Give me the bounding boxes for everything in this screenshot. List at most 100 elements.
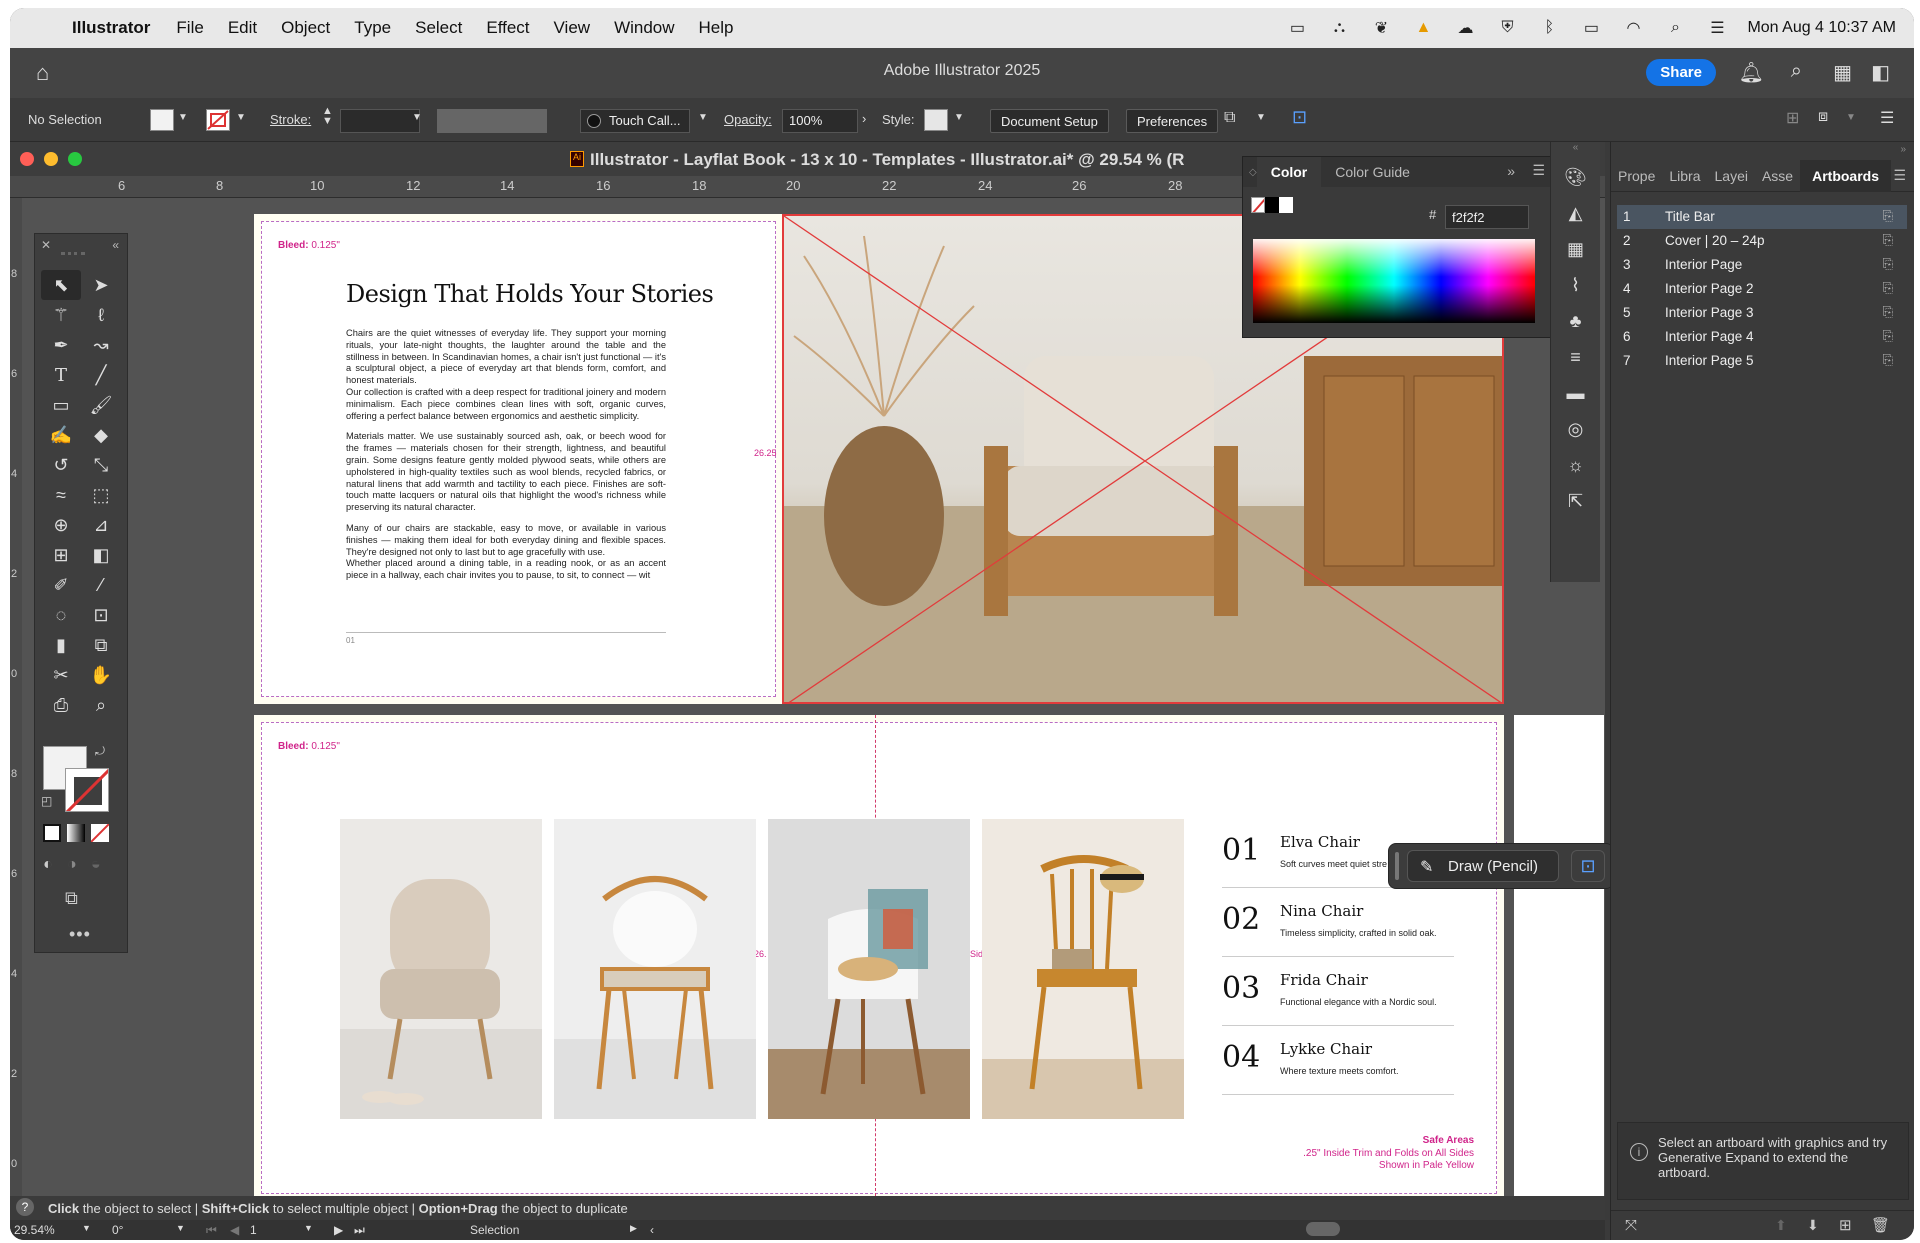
variable-width-field[interactable] [437,109,547,133]
previous-artboard-icon[interactable]: ◀ [230,1223,239,1237]
stroke-stepper-icon[interactable]: ▲ ▼ [322,106,333,127]
delete-artboard-icon[interactable]: 🗑︎ [1871,1216,1890,1234]
drag-handle[interactable] [1395,852,1399,880]
collapse-panel-icon[interactable]: « [112,238,119,252]
product-photo-nina[interactable] [554,819,756,1119]
artboard-row[interactable]: 1 Title Bar ⎘ [1617,205,1907,229]
color-panel-icon[interactable]: 🎨︎ [1556,160,1596,194]
draw-behind-icon[interactable]: ◑ [67,856,77,874]
direct-selection-tool-icon[interactable]: ➤ [81,270,121,300]
stroke-color-box[interactable] [65,768,109,812]
artboard-number[interactable]: 1 [250,1223,257,1237]
slice-tool-icon[interactable]: ✂ [41,660,81,690]
artboard-dropdown-icon[interactable]: ▼ [304,1223,313,1233]
artboard-options-icon[interactable]: ⎘ [1883,304,1893,320]
minimize-window-icon[interactable] [44,152,58,166]
move-up-icon[interactable]: ⬆ [1775,1217,1787,1234]
stroke-weight-field[interactable] [340,109,420,133]
export-icon[interactable]: ⇱ [1556,484,1596,518]
document-tab-title[interactable]: Illustrator - Layflat Book - 13 x 10 - T… [590,150,1184,170]
artboard-options-icon[interactable]: ⎘ [1883,352,1893,368]
blend-tool-icon[interactable]: ◌ [41,600,81,630]
document-setup-button[interactable]: Document Setup [990,109,1109,133]
wifi-icon[interactable]: ◠ [1621,18,1645,38]
new-artboard-icon[interactable]: ⊞ [1839,1216,1852,1234]
tab-libraries[interactable]: Libra [1662,168,1707,184]
opacity-arrow-icon[interactable]: › [862,111,866,126]
more-tools-icon[interactable]: ••• [69,924,91,945]
paintbrush-tool-icon[interactable]: 🖌︎ [81,390,121,420]
control-center-icon[interactable]: ☰ [1705,18,1729,38]
lasso-tool-icon[interactable]: ℓ [81,300,121,330]
bluetooth-icon[interactable]: ᛒ [1537,18,1561,38]
opacity-field[interactable]: 100% [782,109,858,133]
clock[interactable]: Mon Aug 4 10:37 AM [1747,19,1896,37]
help-icon[interactable]: ? [16,1198,34,1216]
generative-icon[interactable]: ⊡ [1571,850,1605,882]
scroll-left-icon[interactable]: ‹ [650,1223,654,1237]
style-dropdown-icon[interactable]: ▼ [954,112,964,123]
symbol-sprayer-tool-icon[interactable]: ⊡ [81,600,121,630]
eyedropper-tool-icon[interactable]: ✐ [41,570,81,600]
brush-field[interactable]: Touch Call... [580,109,690,133]
transform-icon[interactable]: ⧈ [1818,108,1828,126]
appearance-icon[interactable]: ☼ [1556,448,1596,482]
symbols-icon[interactable]: ♣ [1556,304,1596,338]
artboard-options-icon[interactable]: ⎘ [1883,256,1893,272]
shield-icon[interactable]: ⛨ [1495,18,1519,38]
artboard-partial[interactable] [1514,715,1604,1201]
menu-type[interactable]: Type [354,18,391,38]
perspective-grid-tool-icon[interactable]: ⊿ [81,510,121,540]
eraser-tool-icon[interactable]: ◆ [81,420,121,450]
color-spectrum[interactable] [1253,239,1535,323]
gradient-mode-icon[interactable] [67,824,85,842]
brushes-icon[interactable]: ⌇ [1556,268,1596,302]
battery-icon[interactable]: ▭ [1579,18,1603,38]
draw-inside-icon[interactable]: ◒ [91,856,101,874]
hand-tool-icon[interactable]: ✋ [81,660,121,690]
shaper-tool-icon[interactable]: ✍ [41,420,81,450]
product-photo-elva[interactable] [340,819,542,1119]
menu-app-name[interactable]: Illustrator [72,18,150,38]
artboard-options-icon[interactable]: ⎘ [1883,208,1893,224]
white-swatch[interactable] [1279,197,1293,213]
arrange-icon[interactable]: ⧉ [1224,109,1235,127]
warning-icon[interactable]: ▲ [1411,18,1435,38]
arrange-dropdown-icon[interactable]: ▼ [1256,112,1266,123]
type-tool-icon[interactable]: T [41,360,81,390]
default-colors-icon[interactable]: ◰ [41,794,52,808]
generative-icon[interactable]: ⊡ [1292,107,1307,128]
creative-cloud-icon[interactable]: ☁ [1453,18,1477,38]
menu-window[interactable]: Window [614,18,674,38]
tab-assets[interactable]: Asse [1755,168,1800,184]
product-photo-lykke[interactable] [982,819,1184,1119]
style-swatch[interactable] [924,109,948,131]
control-menu-icon[interactable]: ☰ [1880,108,1894,128]
draw-pencil-button[interactable]: ✎ Draw (Pencil) [1407,850,1559,882]
gradient-panel-icon[interactable]: ▬ [1556,376,1596,410]
vertical-ruler[interactable]: 8 6 4 2 0 8 6 4 2 0 [10,198,22,1218]
draw-normal-icon[interactable]: ◐ [43,856,53,874]
menu-effect[interactable]: Effect [486,18,529,38]
zoom-level[interactable]: 29.54% [14,1223,55,1237]
print-tiling-tool-icon[interactable]: ⎙ [41,690,81,720]
list-item[interactable]: 03 Frida Chair Functional elegance with … [1222,957,1454,1026]
search-icon[interactable]: ⌕ [1791,60,1802,83]
artboard-options-icon[interactable]: ⎘ [1883,280,1893,296]
opacity-label[interactable]: Opacity: [724,112,772,127]
black-swatch[interactable] [1265,197,1279,213]
collapse-panel-icon[interactable]: » [1507,163,1515,179]
curvature-tool-icon[interactable]: ↝ [81,330,121,360]
menu-file[interactable]: File [176,18,203,38]
zoom-dropdown-icon[interactable]: ▼ [82,1223,91,1233]
collapse-strip-icon[interactable]: « [1551,142,1600,158]
rotation-value[interactable]: 0° [112,1223,123,1237]
menu-select[interactable]: Select [415,18,462,38]
artboard-row[interactable]: 5 Interior Page 3 ⎘ [1617,301,1907,325]
workspace-icon[interactable]: ▦ [1833,60,1852,85]
stroke-dropdown-icon[interactable]: ▼ [236,112,246,123]
maximize-window-icon[interactable] [68,152,82,166]
panel-menu-icon[interactable]: ☰ [1532,162,1545,179]
screen-mirror-icon[interactable]: ▭ [1285,18,1309,38]
close-panel-icon[interactable]: ✕ [41,238,51,252]
